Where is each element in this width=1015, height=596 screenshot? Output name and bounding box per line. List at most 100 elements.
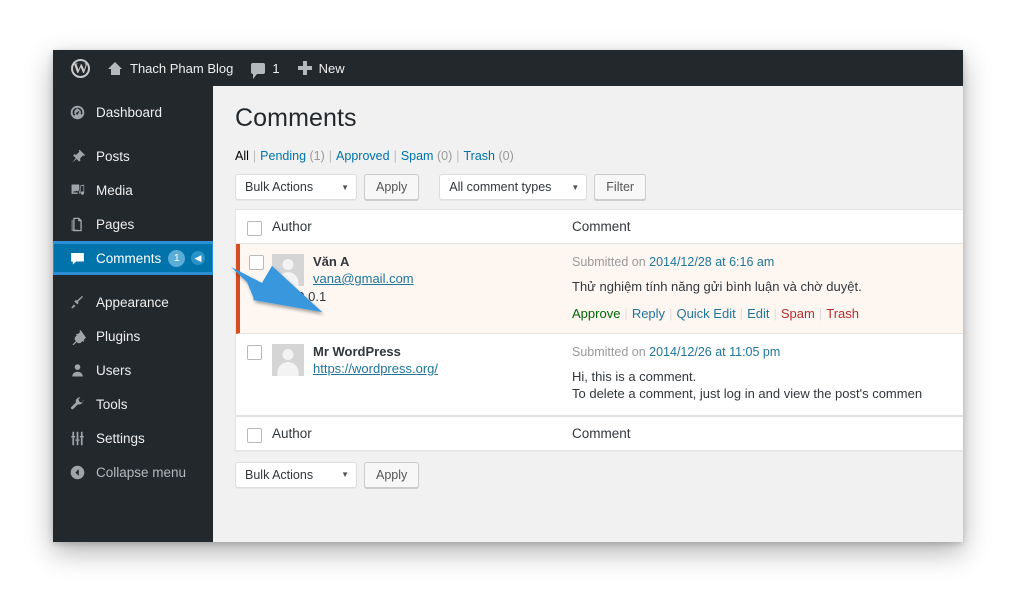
comments-table: Author Comment Văn A vana@gmail.com 127.… xyxy=(235,209,963,451)
apply-button-bottom[interactable]: Apply xyxy=(364,461,420,488)
table-header-row: Author Comment xyxy=(236,210,963,244)
author-email-link[interactable]: vana@gmail.com xyxy=(313,271,414,286)
sidebar-item-dashboard[interactable]: Dashboard xyxy=(53,95,213,129)
sidebar-item-label: Posts xyxy=(96,148,130,164)
comment-body-line-1: Hi, this is a comment. xyxy=(572,368,697,384)
brush-icon xyxy=(67,294,87,311)
sidebar-item-settings[interactable]: Settings xyxy=(53,421,213,455)
comments-pending-badge: 1 xyxy=(168,249,186,267)
sidebar-item-label: Pages xyxy=(96,216,135,232)
comment-type-value: All comment types xyxy=(449,180,552,194)
filter-pending[interactable]: Pending xyxy=(260,149,306,163)
wordpress-logo-menu[interactable]: W xyxy=(62,50,99,86)
sidebar-item-comments[interactable]: Comments 1 ◀ xyxy=(53,241,215,275)
site-name-label: Thach Pham Blog xyxy=(130,60,234,76)
author-ip[interactable]: 127.0.0.1 xyxy=(272,289,572,304)
submitted-prefix: Submitted on xyxy=(572,255,646,269)
new-label: New xyxy=(318,60,345,76)
spam-action[interactable]: Spam xyxy=(781,306,815,321)
bulk-actions-select-bottom[interactable]: Bulk Actions ▼ xyxy=(235,461,357,488)
filter-separator: | xyxy=(393,149,397,163)
sidebar-item-label: Tools xyxy=(96,396,128,412)
sidebar-item-collapse-menu[interactable]: Collapse menu xyxy=(53,455,213,489)
sidebar-item-pages[interactable]: Pages xyxy=(53,207,213,241)
sidebar-item-label: Collapse menu xyxy=(96,464,187,480)
avatar xyxy=(272,343,304,376)
sidebar-item-plugins[interactable]: Plugins xyxy=(53,319,213,353)
column-footer-author[interactable]: Author xyxy=(272,417,572,450)
sidebar-item-users[interactable]: Users xyxy=(53,353,213,387)
submitted-date-link[interactable]: 2014/12/26 at 11:05 pm xyxy=(649,345,780,359)
filter-all[interactable]: All xyxy=(235,149,249,163)
sidebar-item-label: Dashboard xyxy=(96,104,163,120)
author-details: Văn A vana@gmail.com xyxy=(313,254,414,288)
cell-comment: Submitted on 2014/12/26 at 11:05 pm Hi, … xyxy=(572,334,963,415)
row-select-cell xyxy=(236,334,272,415)
user-icon xyxy=(67,362,87,379)
author-block: Mr WordPress https://wordpress.org/ xyxy=(272,343,572,378)
sidebar-item-label: Appearance xyxy=(96,294,169,310)
comment-submitted: Submitted on 2014/12/26 at 11:05 pm xyxy=(572,345,963,359)
row-checkbox[interactable] xyxy=(246,344,262,360)
table-footer-row: Author Comment xyxy=(236,415,963,450)
sidebar-item-media[interactable]: Media xyxy=(53,173,213,207)
filter-trash-count: (0) xyxy=(498,149,514,163)
column-header-author[interactable]: Author xyxy=(272,210,572,243)
menu-separator xyxy=(53,129,213,139)
home-icon xyxy=(108,61,123,75)
reply-action[interactable]: Reply xyxy=(632,306,665,321)
edit-action[interactable]: Edit xyxy=(747,306,769,321)
filter-spam-count: (0) xyxy=(436,149,453,163)
cell-author: Văn A vana@gmail.com 127.0.0.1 xyxy=(272,244,572,333)
filter-trash[interactable]: Trash xyxy=(463,149,495,163)
cell-author: Mr WordPress https://wordpress.org/ xyxy=(272,334,572,415)
select-all-cell xyxy=(236,210,272,243)
table-row: Mr WordPress https://wordpress.org/ Subm… xyxy=(236,333,963,416)
sidebar-item-appearance[interactable]: Appearance xyxy=(53,285,213,319)
action-separator: | xyxy=(669,305,673,321)
column-footer-comment[interactable]: Comment xyxy=(572,417,963,450)
action-separator: | xyxy=(773,305,777,321)
wrench-icon xyxy=(67,396,87,413)
comment-type-select[interactable]: All comment types ▼ xyxy=(439,174,588,200)
column-header-comment[interactable]: Comment xyxy=(572,210,963,243)
pages-icon xyxy=(67,216,87,233)
site-name-menu[interactable]: Thach Pham Blog xyxy=(99,50,242,86)
menu-separator xyxy=(53,275,213,285)
collapse-arrow-icon xyxy=(67,464,87,481)
plug-icon xyxy=(67,328,87,345)
avatar xyxy=(272,254,304,286)
filter-spam[interactable]: Spam xyxy=(401,149,434,163)
bulk-actions-value: Bulk Actions xyxy=(245,180,314,194)
sidebar-item-posts[interactable]: Posts xyxy=(53,139,213,173)
filter-separator: | xyxy=(456,149,460,163)
trash-action[interactable]: Trash xyxy=(826,306,859,321)
comment-row-actions: Approve | Reply | Quick Edit | Edit | Spam | Trash xyxy=(572,306,963,321)
select-all-cell-bottom xyxy=(236,417,272,450)
filter-pending-count: (1) xyxy=(309,149,325,163)
filter-approved[interactable]: Approved xyxy=(336,149,390,163)
apply-button-top[interactable]: Apply xyxy=(364,174,420,200)
row-checkbox[interactable] xyxy=(248,255,264,270)
admin-bar: W Thach Pham Blog 1 New xyxy=(53,50,963,86)
select-all-checkbox-bottom[interactable] xyxy=(246,427,262,443)
bulk-actions-select-top[interactable]: Bulk Actions ▼ xyxy=(235,174,357,200)
chevron-down-icon: ▼ xyxy=(341,470,349,479)
author-details: Mr WordPress https://wordpress.org/ xyxy=(313,344,438,378)
sidebar-item-tools[interactable]: Tools xyxy=(53,387,213,421)
action-separator: | xyxy=(739,305,744,321)
comments-count-menu[interactable]: 1 xyxy=(242,50,288,86)
bulk-actions-value: Bulk Actions xyxy=(245,467,314,482)
quick-edit-action[interactable]: Quick Edit xyxy=(676,306,735,321)
table-row: Văn A vana@gmail.com 127.0.0.1 Submitted… xyxy=(236,244,963,334)
new-content-menu[interactable]: New xyxy=(289,50,354,86)
author-url-link[interactable]: https://wordpress.org/ xyxy=(313,361,438,376)
row-select-cell xyxy=(240,244,272,333)
filter-separator: | xyxy=(252,149,257,163)
plus-icon xyxy=(297,61,312,75)
approve-action[interactable]: Approve xyxy=(572,306,620,321)
chevron-left-icon[interactable]: ◀ xyxy=(191,251,205,265)
submitted-date-link[interactable]: 2014/12/28 at 6:16 am xyxy=(649,255,774,269)
select-all-checkbox-top[interactable] xyxy=(246,221,262,236)
filter-button[interactable]: Filter xyxy=(594,174,647,200)
